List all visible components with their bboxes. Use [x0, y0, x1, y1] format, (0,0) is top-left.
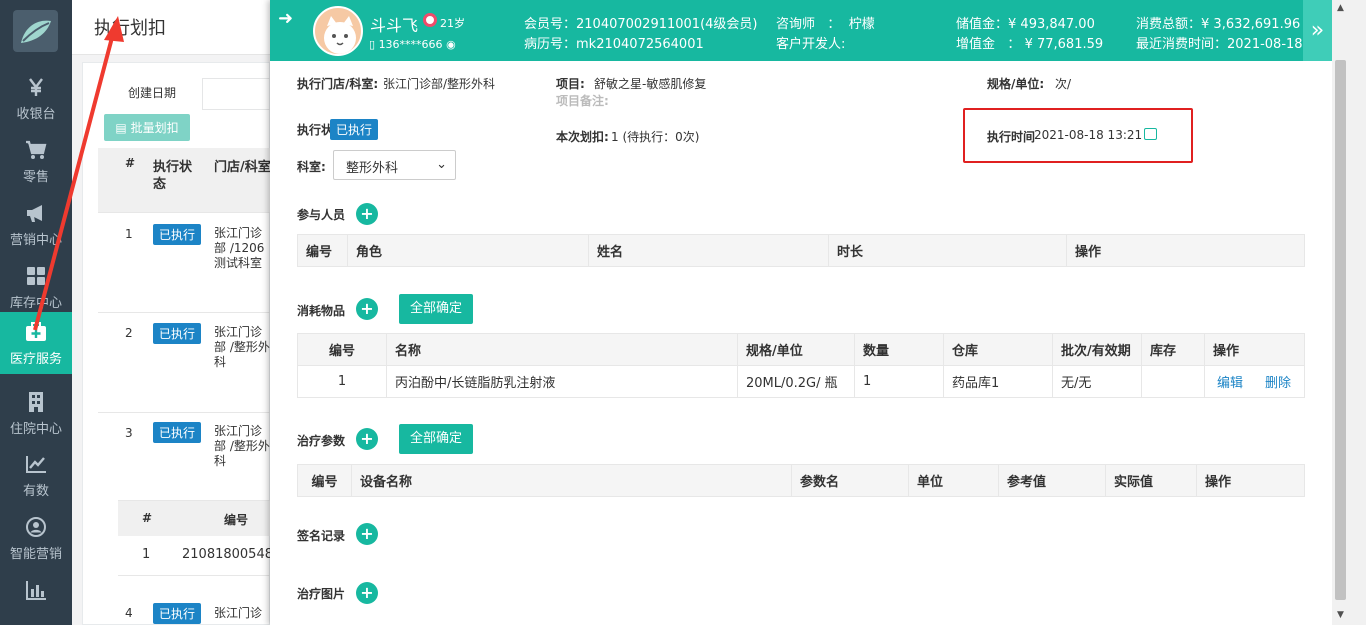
- record-number: 病历号：mk2104072564001: [524, 37, 704, 52]
- treatment-params-table: 编号 设备名称 参数名 单位 参考值 实际值 操作: [297, 464, 1305, 497]
- participants-title: 参与人员: [297, 208, 346, 222]
- consultant: 咨询师 ： 柠檬: [776, 17, 875, 32]
- consumables-table: 编号 名称 规格/单位 数量 仓库 批次/有效期 库存 操作 1 丙泊酚中/长链…: [297, 333, 1305, 398]
- add-participant-button[interactable]: +: [356, 203, 378, 225]
- confirm-all-params-button[interactable]: 全部确定: [399, 424, 473, 454]
- confirm-all-consumables-button[interactable]: 全部确定: [399, 294, 473, 324]
- treatment-params-title: 治疗参数: [297, 434, 346, 448]
- scroll-down-icon[interactable]: ▼: [1332, 607, 1349, 624]
- exec-store-label: 执行门店/科室:: [297, 77, 379, 91]
- customer-name: 斗斗飞: [370, 16, 419, 35]
- add-treatment-param-button[interactable]: +: [356, 428, 378, 450]
- gender-icon: [423, 13, 437, 27]
- double-chevron-right-icon[interactable]: »: [1303, 0, 1332, 61]
- exec-time-highlight: [963, 108, 1193, 163]
- scrollbar-thumb[interactable]: [1335, 60, 1346, 600]
- avatar: [313, 6, 363, 56]
- add-photo-button[interactable]: +: [356, 582, 378, 604]
- spec-value: 次/: [1055, 77, 1072, 91]
- table-row: 1 丙泊酚中/长链脂肪乳注射液 20ML/0.2G/ 瓶 1 药品库1 无/无 …: [297, 365, 1305, 398]
- add-signature-button[interactable]: +: [356, 523, 378, 545]
- add-consumable-button[interactable]: +: [356, 298, 378, 320]
- project-label: 项目:: [556, 77, 585, 91]
- stored-value: 储值金：¥ 493,847.00: [956, 17, 1095, 32]
- exec-store-value: 张江门诊部/整形外科: [383, 77, 496, 91]
- edit-link[interactable]: 编辑: [1217, 376, 1243, 391]
- delete-link[interactable]: 删除: [1265, 376, 1291, 391]
- bonus-value: 增值金 ： ¥ 77,681.59: [956, 37, 1104, 52]
- participants-table: 编号 角色 姓名 时长 操作: [297, 234, 1305, 267]
- eye-icon[interactable]: ◉: [446, 38, 456, 51]
- customer-age: 21岁: [440, 17, 465, 30]
- deduct-value: 1 (待执行：0次): [611, 130, 700, 144]
- spec-label: 规格/单位:: [987, 77, 1045, 91]
- deduct-label: 本次划扣:: [556, 130, 609, 144]
- mobile-icon: ▯: [369, 38, 376, 51]
- phone: ▯ 136****666 ◉: [369, 38, 456, 51]
- exec-status-badge: 已执行: [330, 119, 379, 140]
- arrow-right-icon[interactable]: ➜: [278, 8, 293, 29]
- signature-title: 签名记录: [297, 529, 346, 543]
- total-spent: 消费总额：¥ 3,632,691.96: [1136, 17, 1301, 32]
- project-note-label: 项目备注:: [556, 94, 609, 108]
- dept-label: 科室:: [297, 160, 326, 174]
- consumables-title: 消耗物品: [297, 304, 346, 318]
- photos-title: 治疗图片: [297, 587, 346, 601]
- execution-detail-drawer: ➜ 斗斗飞 21岁 ▯ 136****666 ◉ 会员号：21040700291…: [270, 0, 1344, 625]
- chevron-down-icon: ⌄: [436, 157, 447, 172]
- scroll-up-icon[interactable]: ▲: [1332, 0, 1349, 17]
- customer-developer: 客户开发人:: [776, 37, 846, 52]
- dept-select[interactable]: 整形外科 ⌄: [333, 150, 456, 180]
- project-value: 舒敏之星-敏感肌修复: [594, 77, 707, 91]
- member-number: 会员号：210407002911001(4级会员): [524, 17, 758, 32]
- customer-header: ➜ 斗斗飞 21岁 ▯ 136****666 ◉ 会员号：21040700291…: [270, 0, 1344, 61]
- scrollbar[interactable]: ▲ ▼: [1332, 0, 1366, 625]
- annotation-arrow: [33, 16, 124, 331]
